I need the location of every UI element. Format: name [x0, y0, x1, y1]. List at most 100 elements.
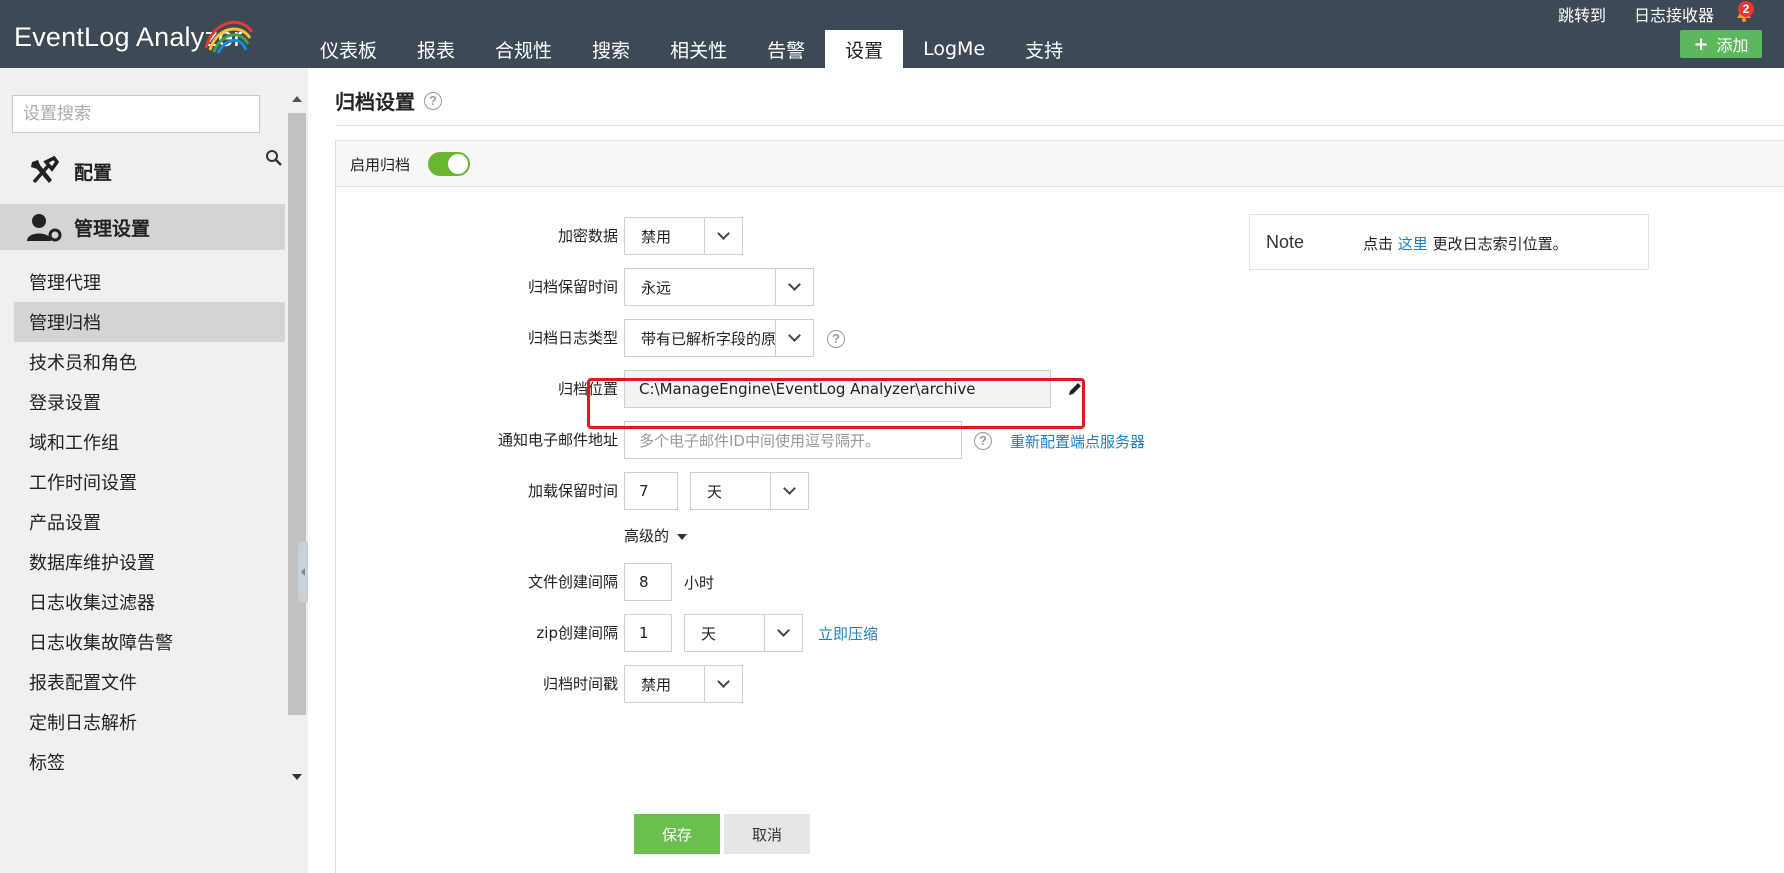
note-box: Note 点击 这里 更改日志索引位置。	[1249, 214, 1649, 270]
file-interval-input[interactable]: 8	[624, 563, 672, 601]
tab-support[interactable]: 支持	[1005, 30, 1083, 68]
log-type-label: 归档日志类型	[527, 329, 618, 347]
archive-settings-panel: 启用归档 加密数据 禁用 归档保留时间 永远 归档日志类型 带有已解析字段的原始…	[335, 140, 1784, 873]
tab-dashboard[interactable]: 仪表板	[300, 30, 397, 68]
encrypt-value: 禁用	[641, 227, 672, 246]
cancel-button[interactable]: 取消	[724, 814, 810, 854]
retention-value: 永远	[641, 278, 672, 297]
sidebar-item-log-failure-alerts[interactable]: 日志收集故障告警	[14, 622, 285, 662]
tab-search[interactable]: 搜索	[572, 30, 650, 68]
note-text: 点击 这里 更改日志索引位置。	[1363, 233, 1568, 254]
log-receiver-link[interactable]: 日志接收器	[1634, 2, 1714, 26]
top-links: 跳转到 日志接收器	[1530, 2, 1714, 26]
top-bar: EventLog Analyzer 仪表板 报表 合规性 搜索 相关性 告警 设…	[0, 0, 1784, 68]
load-retention-label: 加载保留时间	[527, 482, 618, 500]
user-gear-icon	[27, 214, 62, 242]
panel-header: 启用归档	[336, 141, 1784, 187]
tab-compliance[interactable]: 合规性	[475, 30, 572, 68]
chevron-down-icon	[775, 320, 813, 356]
note-here-link[interactable]: 这里	[1398, 235, 1428, 253]
log-type-value: 带有已解析字段的原始	[641, 329, 775, 348]
location-label: 归档位置	[557, 380, 618, 398]
sidebar-menu: 管理代理 管理归档 技术员和角色 登录设置 域和工作组 工作时间设置 产品设置 …	[14, 262, 285, 782]
tab-correlation[interactable]: 相关性	[650, 30, 747, 68]
encrypt-label: 加密数据	[557, 227, 618, 245]
sidebar-item-custom-log-parser[interactable]: 定制日志解析	[14, 702, 285, 742]
chevron-down-icon	[764, 615, 802, 651]
title-divider	[335, 125, 1784, 126]
sidebar-item-product-settings[interactable]: 产品设置	[14, 502, 285, 542]
sidebar-item-technicians-roles[interactable]: 技术员和角色	[14, 342, 285, 382]
chevron-down-icon	[704, 218, 742, 254]
pencil-icon[interactable]	[1067, 381, 1083, 397]
advanced-label: 高级的	[624, 527, 670, 545]
sidebar-scroll-thumb[interactable]	[288, 113, 306, 715]
caret-down-icon	[677, 533, 688, 540]
file-interval-label: 文件创建间隔	[527, 573, 618, 591]
chevron-down-icon	[770, 473, 808, 509]
load-retention-unit-select[interactable]: 天	[690, 472, 809, 510]
save-button[interactable]: 保存	[634, 814, 720, 854]
sidebar-item-db-maintenance[interactable]: 数据库维护设置	[14, 542, 285, 582]
tools-icon	[31, 156, 60, 184]
tab-settings[interactable]: 设置	[825, 30, 904, 68]
sidebar-item-login-settings[interactable]: 登录设置	[14, 382, 285, 422]
load-retention-input[interactable]: 7	[624, 472, 678, 510]
enable-archive-label: 启用归档	[350, 156, 411, 174]
encrypt-select[interactable]: 禁用	[624, 217, 743, 255]
enable-archive-toggle[interactable]	[428, 152, 470, 176]
sidebar-section-admin[interactable]: 管理设置	[0, 204, 285, 250]
main-content: 归档设置 ? 启用归档 加密数据 禁用 归档保留时间 永远 归档日志类型 带有已…	[308, 68, 1784, 873]
plus-icon: +	[1693, 33, 1709, 55]
retention-select[interactable]: 永远	[624, 268, 814, 306]
notification-badge: 2	[1738, 1, 1754, 17]
tab-reports[interactable]: 报表	[397, 30, 475, 68]
sidebar-section-config-label: 配置	[74, 161, 113, 184]
log-type-select[interactable]: 带有已解析字段的原始	[624, 319, 814, 357]
zip-interval-unit: 天	[701, 624, 717, 643]
file-interval-unit: 小时	[684, 574, 715, 592]
zip-interval-input[interactable]: 1	[624, 614, 672, 652]
sidebar-item-log-filters[interactable]: 日志收集过滤器	[14, 582, 285, 622]
settings-search-input[interactable]	[12, 95, 260, 133]
email-help-icon[interactable]: ?	[974, 432, 992, 450]
archive-location-field[interactable]: C:\ManageEngine\EventLog Analyzer\archiv…	[624, 370, 1051, 408]
tab-alerts[interactable]: 告警	[747, 30, 825, 68]
logo-swirl-icon	[204, 20, 254, 54]
sidebar-item-tags[interactable]: 标签	[14, 742, 285, 782]
advanced-toggle[interactable]: 高级的	[624, 525, 688, 546]
page-title: 归档设置	[335, 90, 415, 114]
retention-label: 归档保留时间	[527, 278, 618, 296]
sidebar-item-manage-agents[interactable]: 管理代理	[14, 262, 285, 302]
log-type-help-icon[interactable]: ?	[827, 330, 845, 348]
note-title: Note	[1266, 232, 1305, 252]
zip-interval-label: zip创建间隔	[536, 624, 618, 642]
sidebar-section-admin-label: 管理设置	[74, 217, 151, 240]
note-prefix: 点击	[1363, 235, 1394, 253]
chevron-down-icon	[775, 269, 813, 305]
sidebar-item-manage-archive[interactable]: 管理归档	[14, 302, 285, 342]
timestamp-value: 禁用	[641, 675, 672, 694]
tab-logme[interactable]: LogMe	[903, 30, 1005, 68]
email-label: 通知电子邮件地址	[497, 431, 618, 449]
compress-now-link[interactable]: 立即压缩	[818, 623, 878, 644]
sidebar-collapse-handle[interactable]	[298, 541, 308, 603]
timestamp-label: 归档时间戳	[542, 675, 618, 693]
reconfigure-endpoint-link[interactable]: 重新配置端点服务器	[1010, 431, 1145, 452]
chevron-down-icon	[704, 666, 742, 702]
sidebar: 配置 管理设置 管理代理 管理归档 技术员和角色 登录设置 域和工作组 工作时间…	[0, 68, 308, 873]
notify-email-input[interactable]: 多个电子邮件ID中间使用逗号隔开。	[624, 421, 962, 459]
help-icon[interactable]: ?	[424, 92, 442, 110]
zip-interval-unit-select[interactable]: 天	[684, 614, 803, 652]
sidebar-item-working-hours[interactable]: 工作时间设置	[14, 462, 285, 502]
jump-to-link[interactable]: 跳转到	[1558, 2, 1606, 26]
timestamp-select[interactable]: 禁用	[624, 665, 743, 703]
add-button[interactable]: + 添加	[1680, 30, 1762, 58]
note-suffix: 更改日志索引位置。	[1432, 235, 1568, 253]
sidebar-section-config[interactable]: 配置	[0, 148, 285, 194]
add-button-label: 添加	[1716, 36, 1749, 55]
sidebar-item-report-profiles[interactable]: 报表配置文件	[14, 662, 285, 702]
sidebar-item-domains-workgroups[interactable]: 域和工作组	[14, 422, 285, 462]
scroll-up-arrow-icon[interactable]	[292, 96, 302, 102]
scroll-down-arrow-icon[interactable]	[292, 774, 302, 780]
